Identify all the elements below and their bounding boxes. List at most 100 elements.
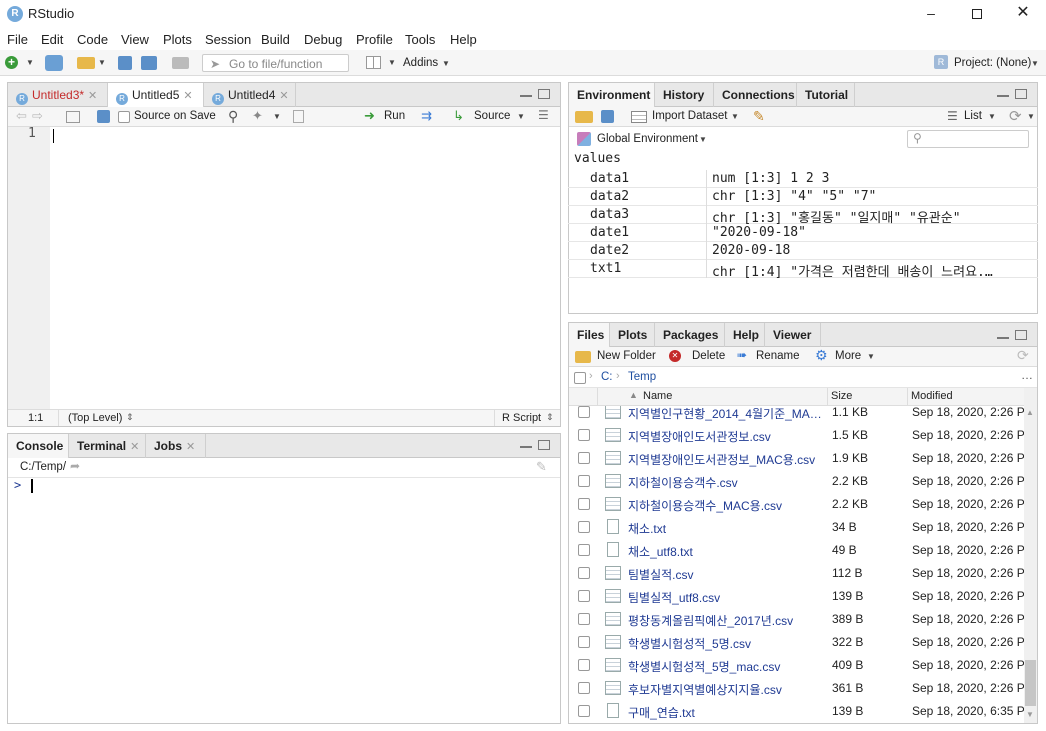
minimize-pane-icon[interactable] [997,335,1009,339]
file-row[interactable]: 채소.txt 34 B Sep 18, 2020, 2:26 PM [569,516,1024,539]
file-checkbox[interactable] [578,452,590,464]
run-button[interactable]: Run [384,110,405,122]
close-tab-icon[interactable]: ✕ [130,441,139,453]
file-name-link[interactable]: 학생별시험성적_5명_mac.csv [628,658,780,675]
file-checkbox[interactable] [578,636,590,648]
files-scrollbar[interactable]: ▲ ▼ [1024,388,1037,723]
file-name-link[interactable]: 팀별실적_utf8.csv [628,589,720,606]
menu-edit[interactable]: Edit [41,32,63,47]
column-modified[interactable]: Modified [911,390,953,402]
env-row-data3[interactable]: data3 chr [1:3] "홍길동" "일지매" "유관순" [568,206,1038,226]
tab-files[interactable]: Files [569,323,610,347]
environment-search-input[interactable]: ⚲ [907,130,1029,148]
project-menu[interactable]: Project: (None) [954,57,1031,69]
file-name-link[interactable]: 지하철이용승객수_MAC용.csv [628,497,782,514]
new-file-icon[interactable]: + [5,56,18,69]
refresh-icon[interactable]: ⟳ [1017,347,1029,364]
tab-console[interactable]: Console [8,434,69,458]
save-icon[interactable] [118,56,132,70]
chevron-down-icon[interactable]: ▼ [731,112,739,121]
file-name-link[interactable]: 채소_utf8.txt [628,543,693,560]
load-workspace-icon[interactable] [575,111,593,123]
file-row[interactable]: 팀별실적_utf8.csv 139 B Sep 18, 2020, 2:26 PM [569,585,1024,608]
chevron-down-icon[interactable]: ▼ [442,59,450,68]
close-window-button[interactable]: ✕ [1000,0,1046,28]
menu-code[interactable]: Code [77,32,108,47]
file-name-link[interactable]: 팀별실적.csv [628,566,694,583]
file-name-link[interactable]: 구매_연습.txt [628,704,695,721]
chevron-down-icon[interactable]: ▼ [1031,59,1039,68]
file-row[interactable]: 평창동계올림픽예산_2017년.csv 389 B Sep 18, 2020, 2:… [569,608,1024,631]
tab-plots[interactable]: Plots [610,323,655,347]
save-workspace-icon[interactable] [601,110,614,123]
scope-selector[interactable]: Global Environment [597,133,698,145]
chevron-down-icon[interactable]: ▼ [26,58,34,67]
close-tab-icon[interactable]: ✕ [186,441,195,453]
save-icon[interactable] [97,110,110,123]
search-icon[interactable]: ⚲ [228,108,238,125]
back-arrow-icon[interactable]: ⇦ [16,108,27,124]
menu-tools[interactable]: Tools [405,32,435,47]
close-tab-icon[interactable]: ✕ [183,90,192,102]
file-row[interactable]: 채소_utf8.txt 49 B Sep 18, 2020, 2:26 PM [569,539,1024,562]
code-tools-wand-icon[interactable]: ✦ [252,108,263,124]
delete-button[interactable]: Delete [692,350,725,362]
rename-button[interactable]: Rename [756,350,799,362]
open-folder-icon[interactable] [77,57,95,69]
minimize-pane-icon[interactable] [997,93,1009,97]
scrollbar-thumb[interactable] [1025,660,1036,706]
select-all-checkbox[interactable] [574,372,586,384]
file-row[interactable]: 후보자별지역별예상지지율.csv 361 B Sep 18, 2020, 2:26 … [569,677,1024,700]
print-icon[interactable] [172,57,189,69]
tab-untitled4[interactable]: R Untitled4 ✕ [204,83,296,107]
env-row-data1[interactable]: data1 num [1:3] 1 2 3 [568,170,1038,188]
tab-jobs[interactable]: Jobs ✕ [146,434,206,458]
file-name-link[interactable]: 평창동계올림픽예산_2017년.csv [628,612,793,629]
pane-layout-icon[interactable] [366,56,381,69]
chevron-down-icon[interactable]: ▼ [98,58,106,67]
code-editor[interactable] [50,127,560,409]
tab-untitled3[interactable]: R Untitled3* ✕ [8,83,108,107]
show-in-window-icon[interactable] [66,111,80,123]
file-checkbox[interactable] [578,567,590,579]
minimize-pane-icon[interactable] [520,444,532,448]
file-checkbox[interactable] [578,406,590,418]
env-row-txt1[interactable]: txt1 chr [1:4] "가격은 저렴한데 배송이 느려요.… [568,260,1038,280]
breadcrumb-temp[interactable]: Temp [628,371,656,383]
file-name-link[interactable]: 학생별시험성적_5명.csv [628,635,751,652]
maximize-pane-icon[interactable] [1015,89,1027,99]
tab-tutorial[interactable]: Tutorial [797,83,855,107]
clear-console-broom-icon[interactable]: ✎ [536,459,547,475]
scroll-down-icon[interactable]: ▼ [1026,710,1034,719]
tab-connections[interactable]: Connections [714,83,797,107]
menu-view[interactable]: View [121,32,149,47]
file-name-link[interactable]: 지역별인구현황_2014_4월기준_MA… [628,406,822,422]
minimize-pane-icon[interactable] [520,93,532,97]
source-on-save-checkbox[interactable] [118,111,130,123]
chevron-down-icon[interactable]: ▼ [699,135,707,144]
menu-build[interactable]: Build [261,32,290,47]
file-row[interactable]: 지역별장애인도서관정보.csv 1.5 KB Sep 18, 2020, 2:26 … [569,424,1024,447]
maximize-pane-icon[interactable] [1015,330,1027,340]
menu-debug[interactable]: Debug [304,32,342,47]
forward-arrow-icon[interactable]: ⇨ [32,108,43,124]
file-row[interactable]: 학생별시험성적_5명_mac.csv 409 B Sep 18, 2020, 2:2… [569,654,1024,677]
menu-profile[interactable]: Profile [356,32,393,47]
more-path-icon[interactable]: … [1021,368,1033,382]
file-checkbox[interactable] [578,682,590,694]
maximize-pane-icon[interactable] [538,440,550,450]
tab-terminal[interactable]: Terminal ✕ [69,434,146,458]
close-tab-icon[interactable]: ✕ [88,90,97,102]
chevron-down-icon[interactable]: ▼ [517,112,525,121]
outline-icon[interactable]: ☰ [538,108,549,122]
close-tab-icon[interactable]: ✕ [279,90,288,102]
file-checkbox[interactable] [578,429,590,441]
tab-history[interactable]: History [655,83,714,107]
file-checkbox[interactable] [578,521,590,533]
file-checkbox[interactable] [578,475,590,487]
chevron-down-icon[interactable]: ▼ [988,112,996,121]
source-button[interactable]: Source [474,110,510,122]
compile-report-icon[interactable] [293,110,304,123]
import-dataset-button[interactable]: Import Dataset [652,110,727,122]
file-row[interactable]: 팀별실적.csv 112 B Sep 18, 2020, 2:26 PM [569,562,1024,585]
